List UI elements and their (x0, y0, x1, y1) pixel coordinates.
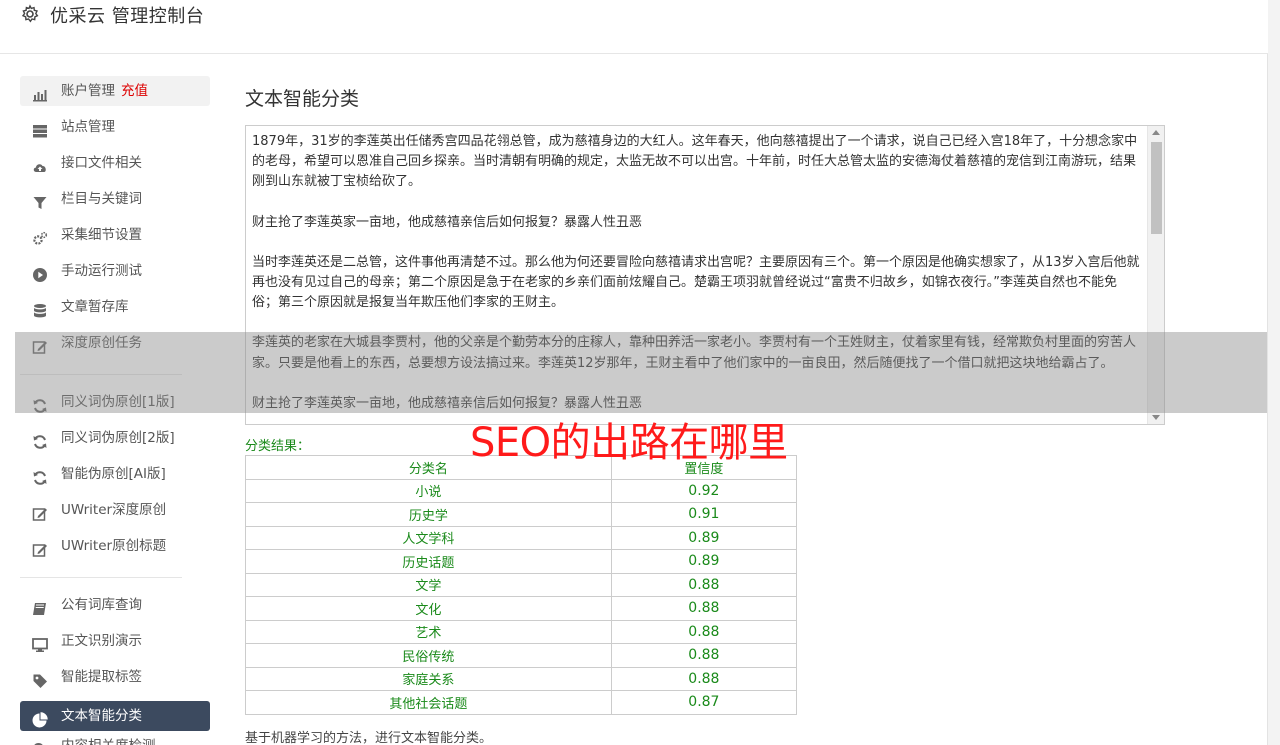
confidence-cell: 0.88 (610, 666, 798, 691)
app-title: 优采云 管理控制台 (50, 6, 205, 27)
scroll-down-arrow-icon[interactable] (1152, 415, 1160, 420)
sidebar-item-article-store[interactable]: 文章暂存库 (20, 292, 210, 328)
text-paragraph: 1879年，31岁的李莲英出任储秀宫四品花翎总管，成为慈禧身边的大红人。这年春天… (252, 134, 1138, 190)
sidebar-item-text-recognition[interactable]: 正文识别演示 (20, 626, 210, 662)
sidebar-item-interface-files[interactable]: 接口文件相关 (20, 148, 210, 184)
sidebar-item-label: 正文识别演示 (61, 633, 142, 649)
sidebar-item-columns-keywords[interactable]: 栏目与关键词 (20, 184, 210, 220)
confidence-cell: 0.88 (610, 643, 798, 668)
sidebar-item-label: 智能提取标签 (61, 669, 142, 685)
sidebar-item-label: 同义词伪原创[2版] (61, 430, 175, 446)
sidebar-item-label: 栏目与关键词 (61, 191, 142, 207)
sidebar-item-collect-settings[interactable]: 采集细节设置 (20, 220, 210, 256)
sidebar-item-relevance-detection[interactable]: 内容相关度检测 (20, 731, 210, 745)
sidebar-item-synonym-v2[interactable]: 同义词伪原创[2版] (20, 423, 210, 459)
confidence-cell: 0.92 (610, 478, 798, 503)
table-row: 民俗传统 0.88 (245, 643, 798, 668)
category-cell: 历史话题 (245, 549, 612, 574)
sidebar-item-label: 手动运行测试 (61, 263, 142, 279)
search-icon (32, 739, 48, 745)
result-label: 分类结果： (245, 439, 311, 454)
sidebar-item-label: 智能伪原创[AI版] (61, 466, 166, 482)
sidebar-item-public-dictionary[interactable]: 公有词库查询 (20, 590, 210, 626)
sidebar-item-ai-rewrite[interactable]: 智能伪原创[AI版] (20, 459, 210, 495)
scroll-up-arrow-icon[interactable] (1152, 130, 1160, 135)
recharge-link[interactable]: 充值 (121, 83, 148, 99)
book-icon (32, 598, 48, 615)
sidebar-item-label: 文章暂存库 (61, 299, 129, 315)
confidence-cell: 0.89 (610, 525, 798, 550)
description-note: 基于机器学习的方法，进行文本智能分类。 (245, 731, 493, 745)
text-paragraph: 当时李莲英还是二总管，这件事他再清楚不过。那么他为何还要冒险向慈禧请求出宫呢？主… (252, 254, 1140, 311)
category-cell: 民俗传统 (245, 643, 612, 668)
sidebar-item-text-classification[interactable]: 文本智能分类 (20, 701, 210, 731)
monitor-icon (32, 634, 48, 652)
watermark-text: SEO的出路在哪里 (470, 420, 788, 466)
category-cell: 文化 (245, 596, 612, 621)
filter-icon (32, 192, 48, 209)
category-cell: 小说 (245, 478, 612, 503)
sidebar-item-label: 采集细节设置 (61, 227, 142, 243)
table-row: 小说 0.92 (245, 478, 798, 503)
top-bar: 优采云 管理控制台 (0, 0, 1268, 54)
table-row: 人文学科 0.89 (245, 525, 798, 550)
sidebar-item-label: UWriter原创标题 (61, 538, 167, 554)
pie-chart-icon (32, 709, 48, 728)
sidebar-item-label: 文本智能分类 (61, 708, 142, 724)
table-row: 其他社会话题 0.87 (245, 690, 798, 715)
scrollbar-thumb[interactable] (1151, 142, 1162, 234)
category-cell: 历史学 (245, 502, 612, 527)
sidebar-item-smart-tags[interactable]: 智能提取标签 (20, 662, 210, 698)
edit-icon (32, 503, 48, 521)
sidebar-item-uwriter-title[interactable]: UWriter原创标题 (20, 531, 210, 567)
gear-icon[interactable] (20, 4, 40, 24)
confidence-cell: 0.88 (610, 596, 798, 621)
cloud-upload-icon (32, 156, 48, 172)
sidebar-item-label: 账户管理 (61, 83, 115, 99)
table-row: 历史话题 0.89 (245, 549, 798, 574)
confidence-cell: 0.89 (610, 549, 798, 574)
sidebar-item-label: 接口文件相关 (61, 155, 142, 171)
confidence-cell: 0.88 (610, 619, 798, 644)
table-row: 文化 0.88 (245, 596, 798, 621)
server-icon (32, 120, 48, 138)
nav-divider (20, 577, 182, 578)
gears-icon (32, 228, 48, 245)
confidence-cell: 0.88 (610, 572, 798, 597)
overlay-band (15, 332, 1267, 413)
refresh-icon (32, 467, 48, 485)
play-circle-icon (32, 264, 48, 282)
sidebar-item-uwriter-deep[interactable]: UWriter深度原创 (20, 495, 210, 531)
text-paragraph: 财主抢了李莲英家一亩地，他成慈禧亲信后如何报复？暴露人性丑恶 (252, 214, 643, 230)
sidebar-item-sites[interactable]: 站点管理 (20, 112, 210, 148)
category-cell: 其他社会话题 (245, 690, 612, 715)
category-cell: 文学 (245, 572, 612, 597)
confidence-cell: 0.91 (610, 502, 798, 527)
sidebar-item-label: UWriter深度原创 (61, 502, 167, 518)
table-row: 文学 0.88 (245, 572, 798, 597)
table-row: 家庭关系 0.88 (245, 666, 798, 691)
sidebar-item-label: 公有词库查询 (61, 597, 142, 613)
bar-chart-icon (32, 84, 48, 102)
category-cell: 艺术 (245, 619, 612, 644)
table-row: 艺术 0.88 (245, 619, 798, 644)
edit-icon (32, 539, 48, 557)
page-scroll-gutter[interactable] (1268, 0, 1280, 745)
tag-icon (32, 670, 48, 688)
category-cell: 家庭关系 (245, 666, 612, 691)
classification-result-table: 分类名 置信度 小说 0.92 历史学 0.91 人文学科 0.89 历史话题 0.89… (245, 455, 798, 715)
sidebar-item-account[interactable]: 账户管理 充值 (20, 76, 210, 106)
refresh-icon (32, 431, 48, 449)
page-title: 文本智能分类 (245, 88, 360, 110)
confidence-cell: 0.87 (610, 690, 798, 715)
database-icon (32, 300, 48, 318)
sidebar-item-label: 内容相关度检测 (61, 731, 156, 745)
category-cell: 人文学科 (245, 525, 612, 550)
sidebar-item-manual-run[interactable]: 手动运行测试 (20, 256, 210, 292)
sidebar-item-label: 站点管理 (61, 119, 115, 135)
table-row: 历史学 0.91 (245, 502, 798, 527)
